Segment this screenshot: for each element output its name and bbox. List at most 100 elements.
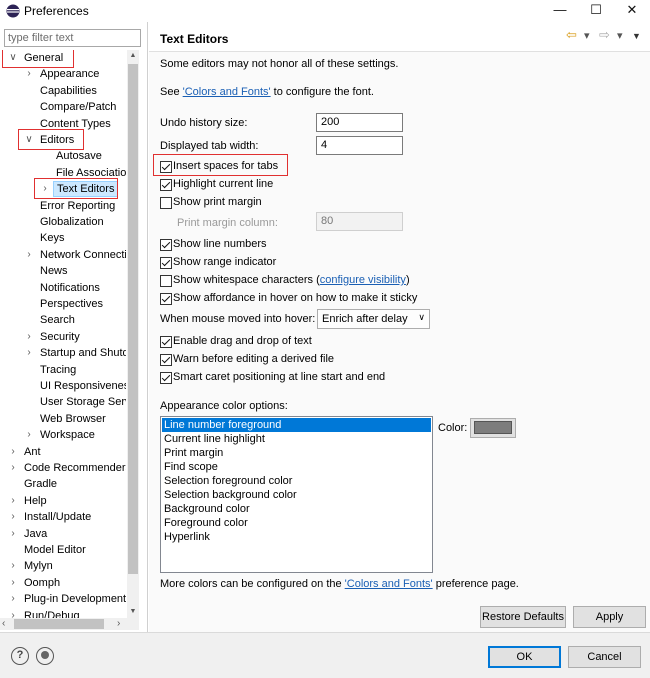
- color-option-item[interactable]: Line number foreground: [162, 418, 431, 432]
- tree-item[interactable]: Notifications: [0, 280, 126, 296]
- scroll-down-icon[interactable]: ▼: [127, 606, 139, 618]
- checkbox[interactable]: [160, 275, 172, 287]
- undo-history-input[interactable]: 200: [316, 113, 403, 132]
- checkbox-label[interactable]: Enable drag and drop of text: [173, 335, 312, 347]
- tree-item[interactable]: Gradle: [0, 476, 126, 492]
- collapsed-chevron-icon[interactable]: ›: [8, 575, 18, 591]
- more-colors-and-fonts-link[interactable]: 'Colors and Fonts': [345, 578, 433, 590]
- tree-item[interactable]: Tracing: [0, 362, 126, 378]
- checkbox-label[interactable]: Show range indicator: [173, 256, 276, 268]
- tree-item[interactable]: › Security: [0, 329, 126, 345]
- checkbox-label[interactable]: Show line numbers: [173, 238, 267, 250]
- collapsed-chevron-icon[interactable]: ›: [24, 66, 34, 82]
- print-margin-column-input[interactable]: 80: [316, 212, 403, 231]
- checkbox[interactable]: [160, 354, 172, 366]
- tree-item[interactable]: Error Reporting: [0, 198, 126, 214]
- maximize-button[interactable]: ☐: [578, 0, 614, 22]
- checkbox[interactable]: [160, 257, 172, 269]
- collapsed-chevron-icon[interactable]: ›: [24, 427, 34, 443]
- tree-item[interactable]: Search: [0, 312, 126, 328]
- checkbox-label[interactable]: Warn before editing a derived file: [173, 353, 334, 365]
- collapsed-chevron-icon[interactable]: ›: [8, 493, 18, 509]
- import-export-icon[interactable]: [36, 647, 54, 665]
- scroll-up-icon[interactable]: ▲: [127, 50, 139, 62]
- forward-history-dropdown-icon[interactable]: ▾: [617, 29, 623, 42]
- tree-item[interactable]: › Plug-in Development: [0, 591, 126, 607]
- tree-item[interactable]: Compare/Patch: [0, 99, 126, 115]
- tree-item[interactable]: Autosave: [0, 148, 126, 164]
- color-option-item[interactable]: Print margin: [162, 446, 431, 460]
- tree-item[interactable]: › Java: [0, 526, 126, 542]
- checkbox[interactable]: [160, 293, 172, 305]
- back-arrow-icon[interactable]: ⇦: [566, 27, 577, 43]
- color-option-item[interactable]: Current line highlight: [162, 432, 431, 446]
- color-options-list[interactable]: Line number foreground Current line highl…: [160, 416, 433, 573]
- color-option-item[interactable]: Hyperlink: [162, 530, 431, 544]
- configure-visibility-link[interactable]: configure visibility: [320, 274, 406, 286]
- tab-width-input[interactable]: 4: [316, 136, 403, 155]
- filter-input[interactable]: [4, 29, 141, 47]
- color-option-item[interactable]: Selection foreground color: [162, 474, 431, 488]
- collapsed-chevron-icon[interactable]: ›: [8, 444, 18, 460]
- tree-item[interactable]: › Help: [0, 493, 126, 509]
- tree-item[interactable]: › Network Connections: [0, 247, 126, 263]
- tree-hscroll-thumb[interactable]: [14, 619, 104, 629]
- checkbox-label[interactable]: Show whitespace characters (configure vi…: [173, 274, 410, 286]
- collapsed-chevron-icon[interactable]: ›: [8, 526, 18, 542]
- tree-item[interactable]: › Startup and Shutdown: [0, 345, 126, 361]
- minimize-button[interactable]: —: [542, 0, 578, 22]
- color-option-item[interactable]: Find scope: [162, 460, 431, 474]
- tree-item[interactable]: Perspectives: [0, 296, 126, 312]
- collapsed-chevron-icon[interactable]: ›: [8, 509, 18, 525]
- help-icon[interactable]: ?: [11, 647, 29, 665]
- collapsed-chevron-icon[interactable]: ›: [24, 247, 34, 263]
- colors-and-fonts-link[interactable]: 'Colors and Fonts': [183, 86, 271, 98]
- scroll-left-icon[interactable]: ‹: [2, 618, 5, 629]
- tree-item[interactable]: Globalization: [0, 214, 126, 230]
- checkbox[interactable]: [160, 336, 172, 348]
- collapsed-chevron-icon[interactable]: ›: [8, 558, 18, 574]
- view-menu-icon[interactable]: ▼: [632, 31, 641, 41]
- tree-item[interactable]: UI Responsiveness: [0, 378, 126, 394]
- forward-arrow-icon[interactable]: ⇨: [599, 27, 610, 43]
- ok-button[interactable]: OK: [488, 646, 561, 668]
- checkbox-label[interactable]: Smart caret positioning at line start an…: [173, 371, 385, 383]
- cancel-button[interactable]: Cancel: [568, 646, 641, 668]
- collapsed-chevron-icon[interactable]: ›: [8, 608, 18, 618]
- scroll-right-icon[interactable]: ›: [117, 618, 120, 629]
- close-button[interactable]: ✕: [614, 0, 650, 22]
- tree-scroll-thumb[interactable]: [128, 64, 138, 574]
- checkbox-label[interactable]: Show affordance in hover on how to make …: [173, 292, 417, 304]
- collapsed-chevron-icon[interactable]: ›: [24, 329, 34, 345]
- color-option-item[interactable]: Background color: [162, 502, 431, 516]
- checkbox-label[interactable]: Highlight current line: [173, 178, 273, 190]
- tree-item[interactable]: User Storage Service: [0, 394, 126, 410]
- tree-item[interactable]: News: [0, 263, 126, 279]
- hover-mode-select[interactable]: Enrich after delay ∨: [317, 309, 430, 329]
- tree-item[interactable]: › Oomph: [0, 575, 126, 591]
- collapsed-chevron-icon[interactable]: ›: [24, 345, 34, 361]
- tree-item[interactable]: Web Browser: [0, 411, 126, 427]
- tree-item[interactable]: › Run/Debug: [0, 608, 126, 618]
- checkbox[interactable]: [160, 197, 172, 209]
- back-history-dropdown-icon[interactable]: ▾: [584, 29, 590, 42]
- apply-button[interactable]: Apply: [573, 606, 646, 628]
- collapsed-chevron-icon[interactable]: ›: [8, 460, 18, 476]
- tree-item[interactable]: › Install/Update: [0, 509, 126, 525]
- tree-item[interactable]: › Appearance: [0, 66, 126, 82]
- tree-item[interactable]: › Ant: [0, 444, 126, 460]
- tree-item[interactable]: › Mylyn: [0, 558, 126, 574]
- tree-item[interactable]: Model Editor: [0, 542, 126, 558]
- tree-item[interactable]: › Code Recommenders: [0, 460, 126, 476]
- color-option-item[interactable]: Foreground color: [162, 516, 431, 530]
- collapsed-chevron-icon[interactable]: ›: [8, 591, 18, 607]
- restore-defaults-button[interactable]: Restore Defaults: [480, 606, 566, 628]
- checkbox-label[interactable]: Show print margin: [173, 196, 262, 208]
- checkbox[interactable]: [160, 372, 172, 384]
- tree-item[interactable]: Keys: [0, 230, 126, 246]
- tree-item[interactable]: Capabilities: [0, 83, 126, 99]
- checkbox[interactable]: [160, 179, 172, 191]
- tree-item[interactable]: › Workspace: [0, 427, 126, 443]
- color-option-item[interactable]: Selection background color: [162, 488, 431, 502]
- checkbox[interactable]: [160, 239, 172, 251]
